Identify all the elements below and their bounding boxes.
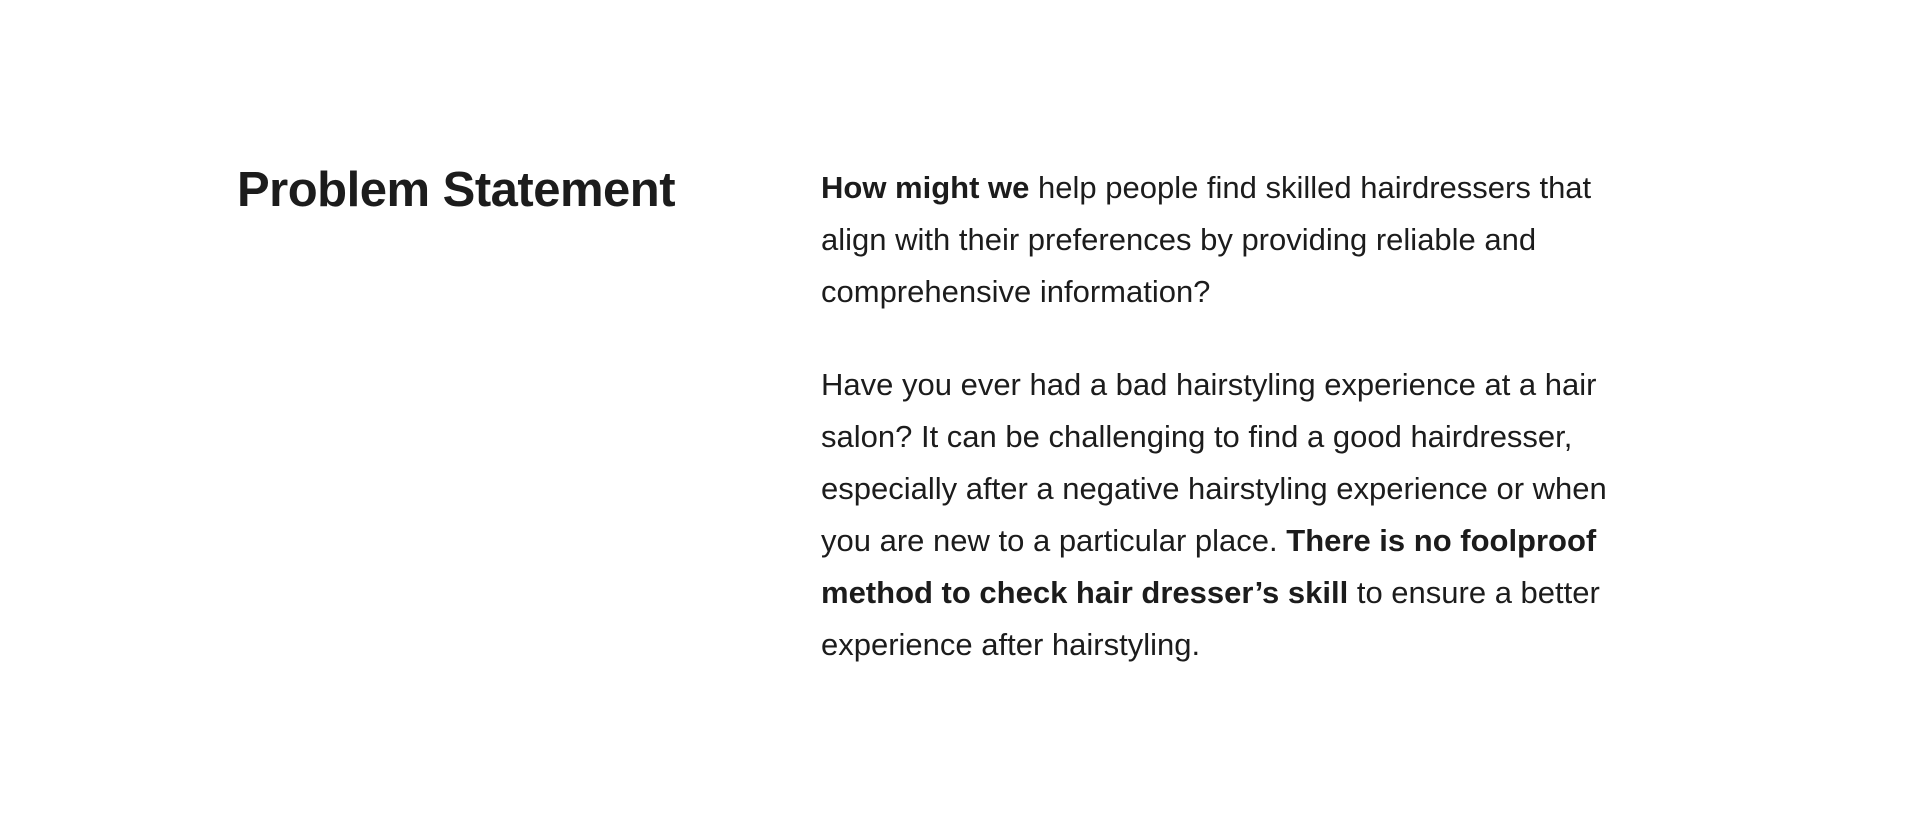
section-heading: Problem Statement: [237, 163, 676, 217]
how-might-we-lead: How might we: [821, 170, 1030, 205]
how-might-we-paragraph: How might we help people find skilled ha…: [821, 162, 1651, 318]
problem-statement-section: Problem Statement How might we help peop…: [0, 0, 1920, 828]
problem-description-paragraph: Have you ever had a bad hairstyling expe…: [821, 359, 1651, 671]
section-body: How might we help people find skilled ha…: [821, 162, 1651, 671]
